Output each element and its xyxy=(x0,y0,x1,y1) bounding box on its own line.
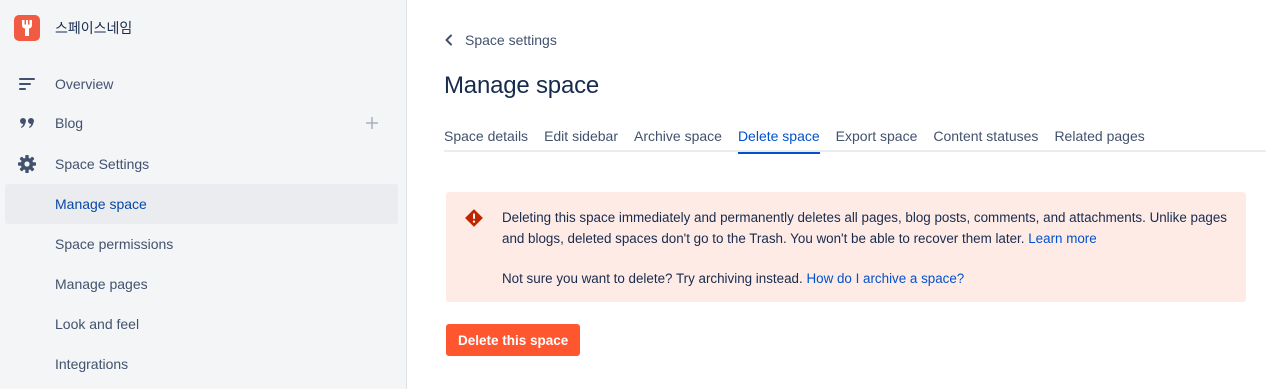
gear-icon xyxy=(16,153,38,175)
warning-text: Deleting this space immediately and perm… xyxy=(502,210,1227,246)
warning-paragraph: Not sure you want to delete? Try archivi… xyxy=(502,268,1232,289)
archive-hint-text: Not sure you want to delete? Try archivi… xyxy=(502,271,803,286)
archive-help-link[interactable]: How do I archive a space? xyxy=(806,271,964,286)
sidebar-item-label: Manage space xyxy=(55,196,147,212)
chevron-left-icon xyxy=(444,34,456,46)
warning-message: Deleting this space immediately and perm… xyxy=(502,207,1232,289)
sidebar-item-integrations[interactable]: Integrations xyxy=(5,344,398,384)
delete-warning-panel: Deleting this space immediately and perm… xyxy=(446,192,1246,302)
sidebar-item-space-settings[interactable]: Space Settings xyxy=(0,144,407,184)
delete-space-button[interactable]: Delete this space xyxy=(446,324,581,356)
tab-export-space[interactable]: Export space xyxy=(836,124,918,152)
quote-icon xyxy=(16,112,38,134)
sidebar-item-blog[interactable]: Blog xyxy=(0,103,407,143)
breadcrumb-link[interactable]: Space settings xyxy=(465,32,557,48)
sidebar-item-label: Blog xyxy=(55,115,84,131)
tab-content-statuses[interactable]: Content statuses xyxy=(933,124,1038,152)
settings-tabs: Space details Edit sidebar Archive space… xyxy=(444,124,1266,154)
sidebar-item-label: Overview xyxy=(55,76,114,92)
tab-delete-space[interactable]: Delete space xyxy=(737,124,820,154)
sidebar-item-manage-space[interactable]: Manage space xyxy=(5,184,398,224)
sidebar-item-label: Space permissions xyxy=(55,236,174,252)
tab-related-pages[interactable]: Related pages xyxy=(1054,124,1144,152)
tab-edit-sidebar[interactable]: Edit sidebar xyxy=(544,124,618,152)
sidebar-item-manage-pages[interactable]: Manage pages xyxy=(5,264,398,304)
sidebar: 스페이스네임 Overview Blog Space Settings Mana… xyxy=(0,0,407,389)
breadcrumb[interactable]: Space settings xyxy=(444,30,557,50)
sidebar-item-space-permissions[interactable]: Space permissions xyxy=(5,224,398,264)
main-content: Space settings Manage space Space detail… xyxy=(408,0,1266,389)
sidebar-item-label: Look and feel xyxy=(55,316,140,332)
add-blog-icon[interactable] xyxy=(363,114,381,132)
warning-paragraph: Deleting this space immediately and perm… xyxy=(502,207,1232,249)
overview-icon xyxy=(16,73,38,95)
tab-archive-space[interactable]: Archive space xyxy=(634,124,722,152)
error-icon xyxy=(465,209,483,227)
learn-more-link[interactable]: Learn more xyxy=(1028,231,1096,246)
space-header[interactable]: 스페이스네임 xyxy=(14,14,132,42)
sidebar-item-label: Integrations xyxy=(55,356,129,372)
sidebar-item-label: Manage pages xyxy=(55,276,148,292)
space-logo-icon[interactable] xyxy=(14,15,40,41)
tab-space-details[interactable]: Space details xyxy=(444,124,528,152)
sidebar-item-look-and-feel[interactable]: Look and feel xyxy=(5,304,398,344)
sidebar-item-label: Space Settings xyxy=(55,156,150,172)
page-title: Manage space xyxy=(444,72,600,99)
sidebar-item-overview[interactable]: Overview xyxy=(0,64,407,104)
space-name[interactable]: 스페이스네임 xyxy=(55,18,132,38)
